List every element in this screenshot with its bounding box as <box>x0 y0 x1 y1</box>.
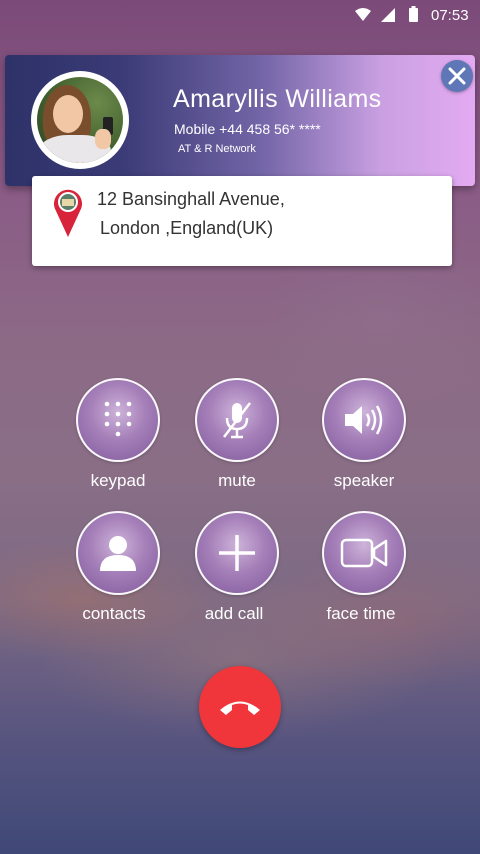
contacts-button[interactable] <box>76 511 160 595</box>
caller-photo <box>37 77 123 163</box>
end-call-icon <box>220 701 260 715</box>
contacts-icon <box>100 536 136 571</box>
avatar <box>31 71 129 169</box>
mute-mic-icon <box>223 402 251 439</box>
map-pin-icon <box>54 189 82 237</box>
mute-button[interactable] <box>195 378 279 462</box>
caller-card: Amaryllis Williams Mobile +44 458 56* **… <box>5 55 475 186</box>
close-button[interactable] <box>441 60 473 92</box>
contacts-label: contacts <box>82 604 146 623</box>
signal-icon <box>381 8 395 22</box>
battery-icon <box>409 6 418 22</box>
keypad-label: keypad <box>90 471 146 490</box>
location-card: 12 Bansinghall Avenue, London ,England(U… <box>32 176 452 266</box>
add-call-button[interactable] <box>195 511 279 595</box>
close-icon <box>448 67 466 85</box>
caller-network: AT & R Network <box>178 143 256 155</box>
address-line-2: London ,England(UK) <box>100 218 274 238</box>
status-time: 07:53 <box>431 7 469 24</box>
add-call-label: add call <box>204 604 264 623</box>
speaker-label: speaker <box>333 471 395 490</box>
caller-number: Mobile +44 458 56* **** <box>174 121 321 137</box>
face-time-label: face time <box>326 604 396 623</box>
end-call-button[interactable] <box>199 666 281 748</box>
speaker-icon <box>345 405 383 435</box>
address-line-1: 12 Bansinghall Avenue, <box>97 189 285 209</box>
speaker-button[interactable] <box>322 378 406 462</box>
status-bar: 07:53 <box>0 0 480 32</box>
keypad-button[interactable] <box>76 378 160 462</box>
caller-name: Amaryllis Williams <box>173 85 382 113</box>
video-camera-icon <box>340 538 388 568</box>
face-time-button[interactable] <box>322 511 406 595</box>
mute-label: mute <box>218 471 256 490</box>
plus-icon <box>219 535 255 571</box>
wifi-icon <box>355 8 371 21</box>
keypad-icon <box>104 401 132 437</box>
